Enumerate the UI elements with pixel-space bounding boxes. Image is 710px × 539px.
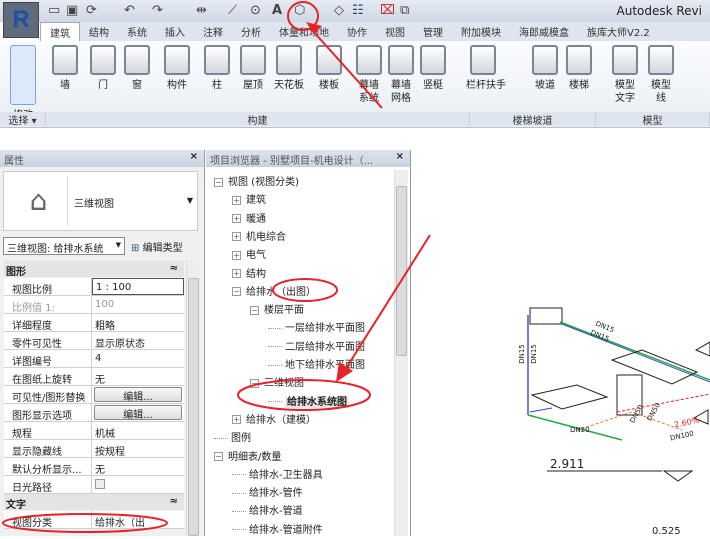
annotation-circle bbox=[272, 278, 338, 302]
annotation-circle bbox=[2, 513, 168, 533]
annotation-circle bbox=[237, 379, 371, 411]
annotation-overlay bbox=[2, 1, 431, 533]
annotation-arrow bbox=[344, 234, 431, 371]
annotation-arrow bbox=[311, 29, 383, 109]
